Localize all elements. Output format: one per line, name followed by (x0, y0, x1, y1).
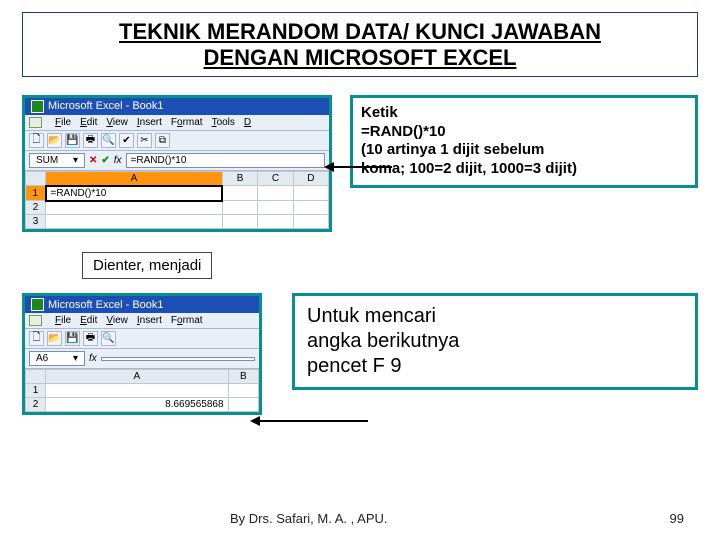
cell-a2[interactable] (46, 201, 223, 215)
menu-format[interactable]: Format (171, 315, 203, 326)
fx-icon[interactable]: fx (114, 155, 122, 166)
file-grid-icon (29, 117, 42, 128)
new-icon[interactable]: 🗋 (29, 331, 44, 346)
print-icon[interactable]: 🖶 (83, 133, 98, 148)
menu-edit[interactable]: Edit (80, 315, 97, 326)
menu-edit[interactable]: Edit (80, 117, 97, 128)
toolbar-row-2: 🗋 📂 💾 🖶 🔍 (25, 329, 259, 349)
slide-footer: By Drs. Safari, M. A. , APU. 99 (0, 511, 720, 526)
cell-c1[interactable] (258, 186, 293, 201)
toolbar-row-1: 🗋 📂 💾 🖶 🔍 ✔ ✂ ⧉ (25, 131, 329, 151)
menu-file[interactable]: File (55, 315, 71, 326)
footer-author: By Drs. Safari, M. A. , APU. (230, 511, 388, 526)
row-1-header[interactable]: 1 (26, 186, 46, 201)
callout-box-2: Untuk mencari angka berikutnya pencet F … (292, 293, 698, 390)
cell-a1-2[interactable] (46, 384, 229, 398)
excel-titlebar: Microsoft Excel - Book1 (25, 98, 329, 115)
callout2-l2: angka berikutnya (307, 329, 683, 354)
row-1-header-2[interactable]: 1 (26, 384, 46, 398)
cut-icon[interactable]: ✂ (137, 133, 152, 148)
formula-bar-2: A6▾ fx (25, 349, 259, 369)
title-line-1: TEKNIK MERANDOM DATA/ KUNCI JAWABAN (119, 19, 601, 44)
name-box[interactable]: SUM▾ (29, 153, 85, 168)
preview-icon[interactable]: 🔍 (101, 133, 116, 148)
menu-view[interactable]: View (106, 315, 128, 326)
open-icon[interactable]: 📂 (47, 133, 62, 148)
arrow-2 (258, 420, 368, 422)
cancel-icon[interactable]: ✕ (89, 155, 97, 166)
slide-title: TEKNIK MERANDOM DATA/ KUNCI JAWABAN DENG… (22, 12, 698, 77)
menu-tools[interactable]: Tools (212, 117, 235, 128)
open-icon[interactable]: 📂 (47, 331, 62, 346)
col-b-2[interactable]: B (228, 370, 258, 384)
spreadsheet-grid: A B C D 1 =RAND()*10 2 (25, 171, 329, 230)
file-grid-icon (29, 315, 42, 326)
save-icon[interactable]: 💾 (65, 331, 80, 346)
row-2-header[interactable]: 2 (26, 201, 46, 215)
menu-view[interactable]: View (106, 117, 128, 128)
callout1-l3: (10 artinya 1 dijit sebelum (361, 141, 687, 160)
cell-a3[interactable] (46, 215, 223, 229)
excel-screenshot-1: Microsoft Excel - Book1 File Edit View I… (22, 95, 332, 233)
row-1: Microsoft Excel - Book1 File Edit View I… (22, 95, 698, 233)
col-c[interactable]: C (258, 171, 293, 186)
callout2-l3: pencet F 9 (307, 354, 683, 379)
copy-icon[interactable]: ⧉ (155, 133, 170, 148)
col-a-2[interactable]: A (46, 370, 229, 384)
excel-icon (31, 298, 44, 311)
title-line-2: DENGAN MICROSOFT EXCEL (204, 45, 517, 70)
between-label: Dienter, menjadi (82, 252, 212, 279)
new-icon[interactable]: 🗋 (29, 133, 44, 148)
row-3-header[interactable]: 3 (26, 215, 46, 229)
save-icon[interactable]: 💾 (65, 133, 80, 148)
menu-bar-2: File Edit View Insert Format (25, 313, 259, 329)
confirm-icon[interactable]: ✔ (101, 155, 109, 166)
formula-input-2[interactable] (101, 357, 255, 361)
grid-corner[interactable] (26, 370, 46, 384)
grid-corner[interactable] (26, 171, 46, 186)
print-icon[interactable]: 🖶 (83, 331, 98, 346)
callout-box-1: Ketik =RAND()*10 (10 artinya 1 dijit seb… (350, 95, 698, 188)
excel-icon (31, 100, 44, 113)
col-b[interactable]: B (222, 171, 257, 186)
menu-data[interactable]: D (244, 117, 251, 128)
window-title-2: Microsoft Excel - Book1 (48, 299, 164, 311)
spreadsheet-grid-2: A B 1 2 8.669565868 (25, 369, 259, 412)
page-number: 99 (670, 511, 684, 526)
name-box-2[interactable]: A6▾ (29, 351, 85, 366)
excel-screenshot-2: Microsoft Excel - Book1 File Edit View I… (22, 293, 262, 415)
formula-bar: SUM▾ ✕ ✔ fx =RAND()*10 (25, 151, 329, 171)
excel-titlebar-2: Microsoft Excel - Book1 (25, 296, 259, 313)
callout1-l2: =RAND()*10 (361, 123, 687, 142)
chevron-down-icon: ▾ (73, 155, 78, 166)
cell-a2-2[interactable]: 8.669565868 (46, 398, 229, 412)
row-2: Microsoft Excel - Book1 File Edit View I… (22, 293, 698, 415)
window-title: Microsoft Excel - Book1 (48, 100, 164, 112)
callout2-l1: Untuk mencari (307, 304, 683, 329)
col-d[interactable]: D (293, 171, 328, 186)
preview-icon[interactable]: 🔍 (101, 331, 116, 346)
callout1-l4: koma; 100=2 dijit, 1000=3 dijit) (361, 160, 687, 179)
formula-input[interactable]: =RAND()*10 (126, 153, 325, 168)
cell-b1[interactable] (222, 186, 257, 201)
menu-format[interactable]: Format (171, 117, 203, 128)
col-a[interactable]: A (46, 171, 223, 186)
fx-icon[interactable]: fx (89, 353, 97, 364)
menu-file[interactable]: File (55, 117, 71, 128)
menu-insert[interactable]: Insert (137, 315, 162, 326)
row-2-header-2[interactable]: 2 (26, 398, 46, 412)
chevron-down-icon: ▾ (73, 353, 78, 364)
callout1-l1: Ketik (361, 104, 687, 123)
cell-d1[interactable] (293, 186, 328, 201)
menu-bar: File Edit View Insert Format Tools D (25, 115, 329, 131)
arrow-1 (332, 166, 392, 168)
menu-insert[interactable]: Insert (137, 117, 162, 128)
spell-icon[interactable]: ✔ (119, 133, 134, 148)
cell-a1[interactable]: =RAND()*10 (46, 186, 223, 201)
